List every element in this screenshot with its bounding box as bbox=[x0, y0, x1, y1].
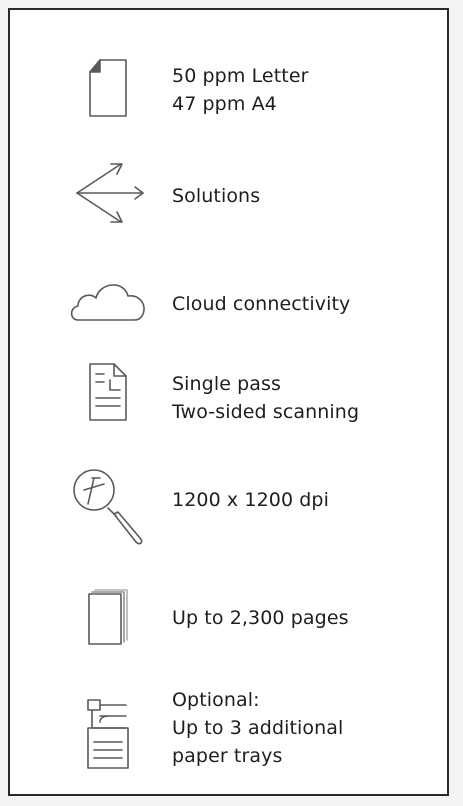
scanned-document-icon bbox=[62, 362, 154, 424]
printer-trays-icon bbox=[62, 698, 154, 772]
feature-scanning: Single pass Two-sided scanning bbox=[10, 356, 447, 432]
feature-trays: Optional: Up to 3 additional paper trays bbox=[10, 686, 447, 786]
feature-cloud: Cloud connectivity bbox=[10, 274, 447, 330]
paper-stack-icon bbox=[62, 588, 154, 646]
magnifier-icon bbox=[62, 466, 154, 552]
feature-solutions-label: Solutions bbox=[172, 185, 261, 207]
cloud-icon bbox=[62, 276, 154, 322]
share-arrows-icon bbox=[62, 160, 154, 226]
feature-capacity: Up to 2,300 pages bbox=[10, 586, 447, 650]
feature-cloud-label: Cloud connectivity bbox=[172, 293, 351, 315]
feature-speed-label: 50 ppm Letter 47 ppm A4 bbox=[172, 65, 309, 115]
feature-scanning-label: Single pass Two-sided scanning bbox=[172, 373, 360, 423]
feature-capacity-label: Up to 2,300 pages bbox=[172, 607, 349, 629]
feature-solutions: Solutions bbox=[10, 160, 447, 230]
feature-speed: 50 ppm Letter 47 ppm A4 bbox=[10, 56, 447, 124]
feature-trays-label: Optional: Up to 3 additional paper trays bbox=[172, 689, 344, 767]
feature-resolution: 1200 x 1200 dpi bbox=[10, 466, 447, 550]
feature-resolution-label: 1200 x 1200 dpi bbox=[172, 489, 329, 511]
page-icon bbox=[62, 58, 154, 120]
feature-panel: 50 ppm Letter 47 ppm A4 Solutions Cloud … bbox=[8, 8, 449, 796]
